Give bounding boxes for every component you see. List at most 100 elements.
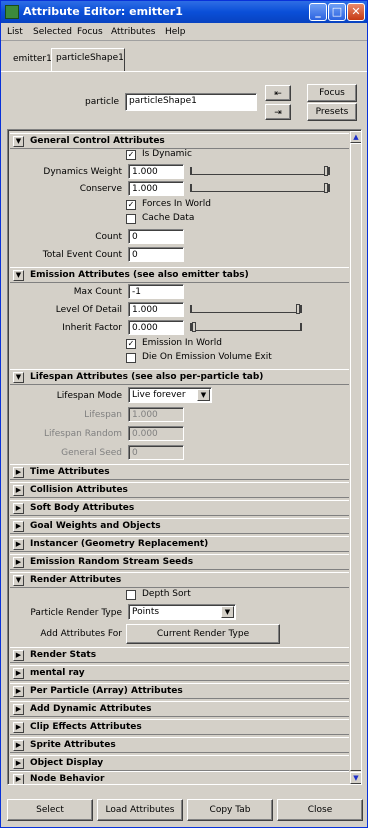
die-on-exit-checkbox[interactable] <box>126 353 136 363</box>
load-attributes-button[interactable]: Load Attributes <box>97 799 183 821</box>
lifespan-field[interactable]: 1.000 <box>128 407 184 422</box>
section-emission[interactable]: ▼ Emission Attributes (see also emitter t… <box>10 267 349 283</box>
collapsed-arrow-icon[interactable]: ▶ <box>13 521 24 532</box>
collapsed-arrow-icon[interactable]: ▶ <box>13 686 24 697</box>
dropdown-arrow-icon[interactable]: ▼ <box>197 389 210 401</box>
presets-button[interactable]: Presets <box>307 103 357 121</box>
collapsed-arrow-icon[interactable]: ▶ <box>13 650 24 661</box>
tab-particleshape1[interactable]: particleShape1 <box>51 48 125 72</box>
cache-data-checkbox[interactable] <box>126 214 136 224</box>
level-of-detail-slider[interactable] <box>190 304 302 314</box>
menu-focus[interactable]: Focus <box>77 27 103 37</box>
app-icon <box>5 5 19 19</box>
window-title: Attribute Editor: emitter1 <box>23 5 183 18</box>
count-field[interactable]: 0 <box>128 229 184 244</box>
section-goal-weights[interactable]: ▶ Goal Weights and Objects <box>10 518 349 534</box>
section-clip-effects[interactable]: ▶ Clip Effects Attributes <box>10 719 349 735</box>
inherit-factor-field[interactable]: 0.000 <box>128 320 184 335</box>
vertical-scrollbar[interactable]: ▲ ▼ <box>350 131 361 784</box>
scroll-up-arrow-icon[interactable]: ▲ <box>350 131 361 143</box>
menu-list[interactable]: List <box>7 27 23 37</box>
section-object-display[interactable]: ▶ Object Display <box>10 755 349 771</box>
section-mental-ray[interactable]: ▶ mental ray <box>10 665 349 681</box>
die-on-exit-label: Die On Emission Volume Exit <box>142 352 272 362</box>
collapsed-arrow-icon[interactable]: ▶ <box>13 704 24 715</box>
total-event-count-field[interactable]: 0 <box>128 247 184 262</box>
section-time[interactable]: ▶ Time Attributes <box>10 464 349 480</box>
section-instancer[interactable]: ▶ Instancer (Geometry Replacement) <box>10 536 349 552</box>
particle-label: particle <box>85 97 119 107</box>
section-render-stats[interactable]: ▶ Render Stats <box>10 647 349 663</box>
expanded-arrow-icon[interactable]: ▼ <box>13 270 24 281</box>
dynamics-weight-field[interactable]: 1.000 <box>128 164 184 179</box>
tab-emitter1[interactable]: emitter1 <box>9 50 52 70</box>
conserve-label: Conserve <box>79 184 122 194</box>
scroll-thumb[interactable] <box>350 143 361 771</box>
conserve-field[interactable]: 1.000 <box>128 181 184 196</box>
add-attributes-label: Add Attributes For <box>40 629 122 639</box>
focus-button[interactable]: Focus <box>307 84 357 102</box>
lifespan-random-label: Lifespan Random <box>44 429 122 439</box>
lifespan-mode-dropdown[interactable]: Live forever ▼ <box>128 387 212 403</box>
maximize-button[interactable]: □ <box>328 3 346 21</box>
render-type-dropdown[interactable]: Points ▼ <box>128 604 236 620</box>
is-dynamic-checkbox[interactable]: ✓ <box>126 150 136 160</box>
section-emission-seeds[interactable]: ▶ Emission Random Stream Seeds <box>10 554 349 570</box>
section-sprite[interactable]: ▶ Sprite Attributes <box>10 737 349 753</box>
emission-in-world-label: Emission In World <box>142 338 222 348</box>
particle-name-field[interactable]: particleShape1 <box>125 93 257 111</box>
copy-tab-button[interactable]: Copy Tab <box>187 799 273 821</box>
section-per-particle[interactable]: ▶ Per Particle (Array) Attributes <box>10 683 349 699</box>
close-window-button[interactable]: ✕ <box>347 3 365 21</box>
section-lifespan[interactable]: ▼ Lifespan Attributes (see also per-parti… <box>10 369 349 385</box>
collapsed-arrow-icon[interactable]: ▶ <box>13 485 24 496</box>
collapsed-arrow-icon[interactable]: ▶ <box>13 668 24 679</box>
depth-sort-label: Depth Sort <box>142 589 191 599</box>
emission-in-world-checkbox[interactable]: ✓ <box>126 339 136 349</box>
section-add-dynamic[interactable]: ▶ Add Dynamic Attributes <box>10 701 349 717</box>
collapsed-arrow-icon[interactable]: ▶ <box>13 722 24 733</box>
minimize-button[interactable]: _ <box>309 3 327 21</box>
dropdown-arrow-icon[interactable]: ▼ <box>221 606 234 618</box>
section-node-behavior[interactable]: ▶ Node Behavior <box>10 771 349 784</box>
max-count-field[interactable]: -1 <box>128 284 184 299</box>
menu-attributes[interactable]: Attributes <box>111 27 155 37</box>
conserve-slider[interactable] <box>190 183 330 193</box>
expanded-arrow-icon[interactable]: ▼ <box>13 372 24 383</box>
inherit-factor-slider[interactable] <box>190 322 302 332</box>
dynamics-weight-label: Dynamics Weight <box>43 167 122 177</box>
is-dynamic-label: Is Dynamic <box>142 149 192 159</box>
collapsed-arrow-icon[interactable]: ▶ <box>13 740 24 751</box>
collapsed-arrow-icon[interactable]: ▶ <box>13 467 24 478</box>
collapsed-arrow-icon[interactable]: ▶ <box>13 539 24 550</box>
section-soft-body[interactable]: ▶ Soft Body Attributes <box>10 500 349 516</box>
lifespan-label: Lifespan <box>84 410 122 420</box>
collapsed-arrow-icon[interactable]: ▶ <box>13 774 24 784</box>
general-seed-field[interactable]: 0 <box>128 445 184 460</box>
level-of-detail-field[interactable]: 1.000 <box>128 302 184 317</box>
title-bar[interactable]: Attribute Editor: emitter1 _ □ ✕ <box>1 1 367 23</box>
depth-sort-checkbox[interactable] <box>126 590 136 600</box>
dynamics-weight-slider[interactable] <box>190 166 330 176</box>
menu-selected[interactable]: Selected <box>33 27 72 37</box>
section-collision[interactable]: ▶ Collision Attributes <box>10 482 349 498</box>
section-general-control[interactable]: ▼ General Control Attributes <box>10 133 349 149</box>
select-output-icon[interactable]: ⇥ <box>265 104 291 120</box>
select-button[interactable]: Select <box>7 799 93 821</box>
scroll-down-arrow-icon[interactable]: ▼ <box>350 772 361 784</box>
collapsed-arrow-icon[interactable]: ▶ <box>13 557 24 568</box>
menu-bar: List Selected Focus Attributes Help <box>1 23 367 41</box>
collapsed-arrow-icon[interactable]: ▶ <box>13 503 24 514</box>
expanded-arrow-icon[interactable]: ▼ <box>13 575 24 586</box>
lifespan-mode-value: Live forever <box>132 390 186 400</box>
attribute-panel[interactable]: ▼ General Control Attributes ✓ Is Dynamic… <box>7 129 362 785</box>
collapsed-arrow-icon[interactable]: ▶ <box>13 758 24 769</box>
forces-in-world-checkbox[interactable]: ✓ <box>126 200 136 210</box>
menu-help[interactable]: Help <box>165 27 186 37</box>
close-button[interactable]: Close <box>277 799 363 821</box>
section-render[interactable]: ▼ Render Attributes <box>10 572 349 588</box>
expanded-arrow-icon[interactable]: ▼ <box>13 136 24 147</box>
select-input-icon[interactable]: ⇤ <box>265 85 291 101</box>
lifespan-random-field[interactable]: 0.000 <box>128 426 184 441</box>
current-render-type-button[interactable]: Current Render Type <box>126 624 280 644</box>
